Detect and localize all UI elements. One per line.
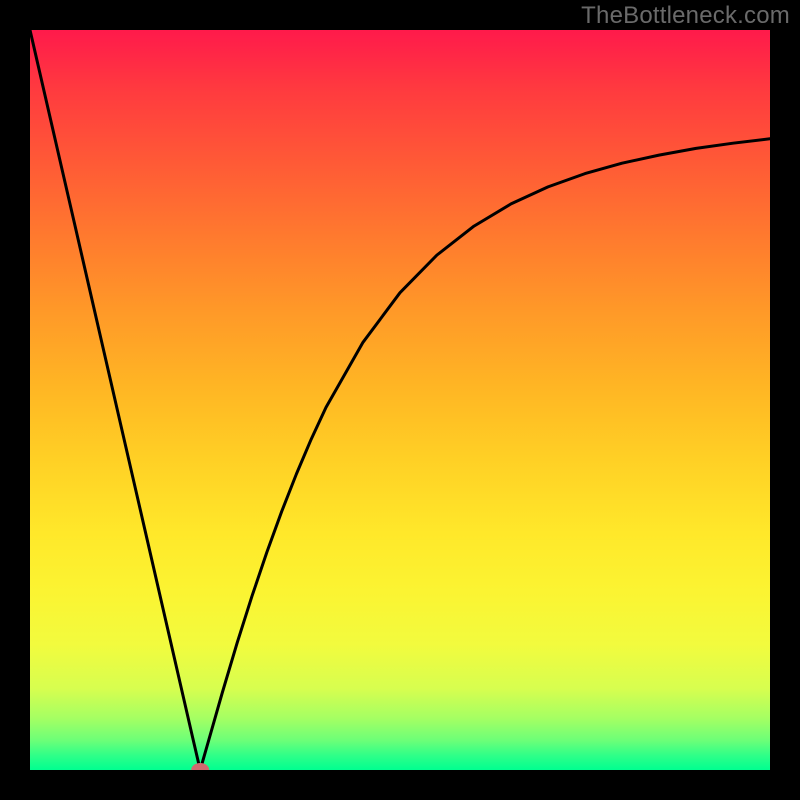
curve-path — [30, 30, 770, 770]
watermark-text: TheBottleneck.com — [581, 2, 790, 30]
plot-svg — [30, 30, 770, 770]
chart-frame: TheBottleneck.com — [0, 0, 800, 800]
min-marker — [191, 763, 209, 770]
plot-area — [30, 30, 770, 770]
